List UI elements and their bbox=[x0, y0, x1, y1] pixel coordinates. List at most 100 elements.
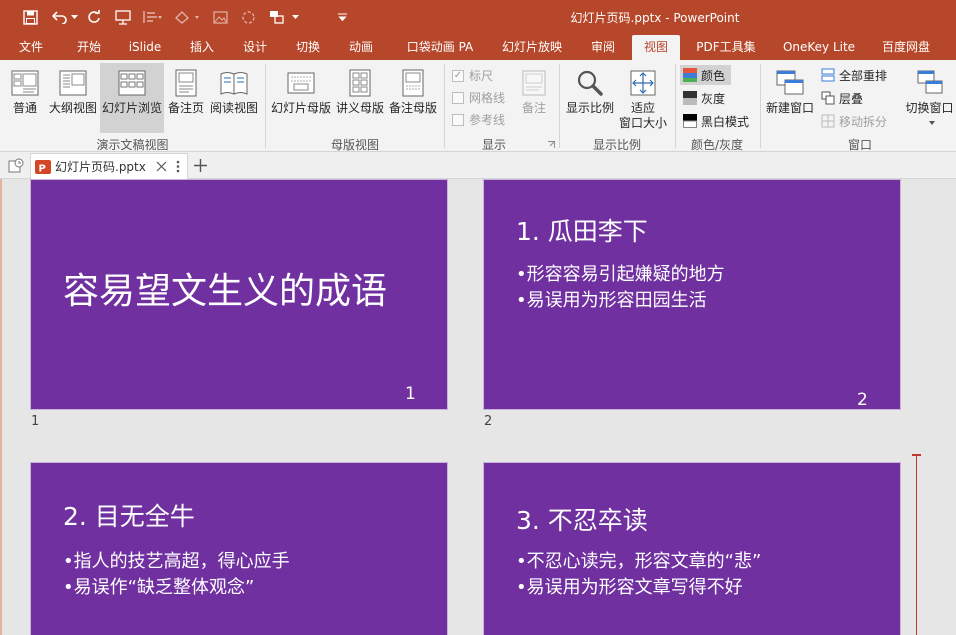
new-tab-icon[interactable] bbox=[194, 159, 207, 172]
tab-onekey-lite[interactable]: OneKey Lite bbox=[776, 35, 862, 60]
fit-to-window-icon bbox=[630, 70, 656, 96]
slide-bullet: •易误用为形容文章写得不好 bbox=[516, 577, 743, 598]
slide-bullet: •形容容易引起嫌疑的地方 bbox=[516, 264, 725, 285]
insertion-marker bbox=[916, 456, 917, 635]
tab-design[interactable]: 设计 bbox=[231, 35, 279, 60]
normal-view-button[interactable]: 普通 bbox=[5, 63, 45, 133]
reading-view-button[interactable]: 阅读视图 bbox=[208, 63, 260, 133]
slide-bullets: •形容容易引起嫌疑的地方 •易误用为形容田园生活 bbox=[516, 262, 725, 314]
grayscale-swatch-icon bbox=[683, 91, 697, 105]
slide-bullet: •指人的技艺高超，得心应手 bbox=[63, 551, 290, 572]
color-label: 颜色 bbox=[701, 68, 726, 83]
notes-master-label: 备注母版 bbox=[388, 101, 437, 115]
tab-file[interactable]: 文件 bbox=[10, 35, 52, 60]
tab-islide[interactable]: iSlide bbox=[121, 35, 169, 60]
format-icon[interactable] bbox=[140, 6, 166, 28]
slide-master-button[interactable]: 幻灯片母版 bbox=[270, 63, 332, 133]
file-browser-icon[interactable] bbox=[8, 158, 24, 174]
handout-master-label: 讲义母版 bbox=[335, 101, 384, 115]
ruler-checkbox[interactable]: ✓ 标尺 bbox=[452, 67, 493, 84]
slide-thumbnail-1[interactable]: 容易望文生义的成语 1 bbox=[30, 179, 448, 410]
new-window-button[interactable]: 新建窗口 bbox=[764, 63, 816, 133]
slide-title: 容易望文生义的成语 bbox=[63, 271, 388, 312]
slide-thumbnail-3[interactable]: 2. 目无全牛 •指人的技艺高超，得心应手 •易误作“缺乏整体观念” bbox=[30, 462, 448, 635]
grayscale-label: 灰度 bbox=[701, 91, 726, 106]
slide-bullet: •易误作“缺乏整体观念” bbox=[63, 577, 255, 598]
zoom-button[interactable]: 显示比例 bbox=[564, 63, 616, 133]
reading-view-label: 阅读视图 bbox=[209, 101, 258, 115]
tab-animations[interactable]: 动画 bbox=[337, 35, 385, 60]
guides-checkbox[interactable]: 参考线 bbox=[452, 111, 505, 128]
notes-label: 备注 bbox=[521, 101, 546, 115]
document-tab[interactable]: P 幻灯片页码.pptx bbox=[30, 153, 188, 179]
shapes-icon[interactable] bbox=[172, 6, 204, 28]
loop-icon[interactable] bbox=[238, 6, 258, 28]
tab-slideshow[interactable]: 幻灯片放映 bbox=[492, 35, 572, 60]
slide-title: 2. 目无全牛 bbox=[63, 502, 195, 531]
switch-window-icon bbox=[917, 70, 942, 94]
slide-bullet: •易误用为形容田园生活 bbox=[516, 290, 707, 311]
more-options-icon[interactable] bbox=[176, 160, 180, 173]
arrange-icon[interactable] bbox=[266, 6, 288, 28]
slide-master-label: 幻灯片母版 bbox=[270, 101, 331, 115]
notes-button[interactable]: 备注 bbox=[514, 63, 554, 133]
slide-master-icon bbox=[287, 72, 315, 94]
ruler-label: 标尺 bbox=[469, 69, 494, 83]
cascade-button[interactable]: 层叠 bbox=[821, 88, 863, 108]
tab-transitions[interactable]: 切换 bbox=[284, 35, 332, 60]
move-split-button[interactable]: 移动拆分 bbox=[821, 111, 887, 131]
picture-icon[interactable] bbox=[210, 6, 230, 28]
undo-dropdown-icon[interactable] bbox=[70, 6, 78, 28]
document-tab-label: 幻灯片页码.pptx bbox=[55, 160, 146, 174]
move-split-icon bbox=[821, 114, 835, 128]
window-title: 幻灯片页码.pptx - PowerPoint bbox=[570, 11, 740, 25]
handout-master-button[interactable]: 讲义母版 bbox=[334, 63, 386, 133]
color-button[interactable]: 颜色 bbox=[680, 65, 731, 85]
present-icon[interactable] bbox=[113, 6, 133, 28]
tab-review[interactable]: 审阅 bbox=[580, 35, 626, 60]
fit-line2-label: 窗口大小 bbox=[618, 116, 667, 130]
powerpoint-file-icon: P bbox=[35, 159, 51, 174]
outline-view-button[interactable]: 大纲视图 bbox=[47, 63, 99, 133]
customize-icon[interactable] bbox=[335, 6, 349, 28]
window-group-label: 窗口 bbox=[847, 138, 872, 152]
tab-insert[interactable]: 插入 bbox=[178, 35, 226, 60]
save-icon[interactable] bbox=[20, 6, 40, 28]
slide-title: 3. 不忍卒读 bbox=[516, 506, 648, 535]
arrange-dropdown-icon[interactable] bbox=[289, 6, 301, 28]
tab-pdf-tools[interactable]: PDF工具集 bbox=[688, 35, 764, 60]
dialog-launcher-icon[interactable] bbox=[548, 141, 555, 148]
ribbon-separator bbox=[444, 64, 445, 148]
slide-sorter-button[interactable]: 幻灯片浏览 bbox=[100, 63, 164, 133]
presentation-views-group-label: 演示文稿视图 bbox=[96, 138, 169, 152]
arrange-all-button[interactable]: 全部重排 bbox=[821, 65, 887, 85]
tab-view[interactable]: 视图 bbox=[632, 35, 680, 60]
tab-baidu-netdisk[interactable]: 百度网盘 bbox=[874, 35, 938, 60]
slide-bullets: •不忍心读完，形容文章的“悲” •易误用为形容文章写得不好 bbox=[516, 549, 761, 601]
grayscale-button[interactable]: 灰度 bbox=[680, 88, 725, 108]
fit-to-window-button[interactable]: 适应 窗口大小 bbox=[617, 63, 669, 133]
close-tab-icon[interactable] bbox=[156, 161, 167, 172]
notes-page-button[interactable]: 备注页 bbox=[166, 63, 206, 133]
title-bar: 幻灯片页码.pptx - PowerPoint bbox=[0, 0, 956, 35]
switch-window-button[interactable]: 切换窗口 bbox=[903, 63, 956, 133]
gridlines-checkbox[interactable]: 网格线 bbox=[452, 89, 505, 106]
ribbon-separator bbox=[559, 64, 560, 148]
cascade-label: 层叠 bbox=[839, 91, 864, 106]
redo-icon[interactable] bbox=[85, 6, 103, 28]
ribbon-tabs: 文件 开始 iSlide 插入 设计 切换 动画 口袋动画 PA 幻灯片放映 审… bbox=[0, 35, 956, 60]
slide-thumbnail-2[interactable]: 1. 瓜田李下 •形容容易引起嫌疑的地方 •易误用为形容田园生活 2 bbox=[483, 179, 901, 410]
tab-pocket-animation[interactable]: 口袋动画 PA bbox=[396, 35, 484, 60]
notes-icon bbox=[522, 70, 546, 96]
cascade-icon bbox=[821, 91, 835, 105]
notes-page-icon bbox=[175, 69, 197, 97]
tab-home[interactable]: 开始 bbox=[64, 35, 114, 60]
zoom-icon bbox=[577, 70, 603, 96]
guides-box bbox=[452, 113, 464, 126]
slide-thumbnail-4[interactable]: 3. 不忍卒读 •不忍心读完，形容文章的“悲” •易误用为形容文章写得不好 bbox=[483, 462, 901, 635]
notes-master-button[interactable]: 备注母版 bbox=[387, 63, 439, 133]
undo-icon[interactable] bbox=[50, 6, 70, 28]
notes-master-icon bbox=[402, 69, 424, 97]
black-white-label: 黑白模式 bbox=[701, 114, 750, 129]
black-white-button[interactable]: 黑白模式 bbox=[680, 111, 749, 131]
